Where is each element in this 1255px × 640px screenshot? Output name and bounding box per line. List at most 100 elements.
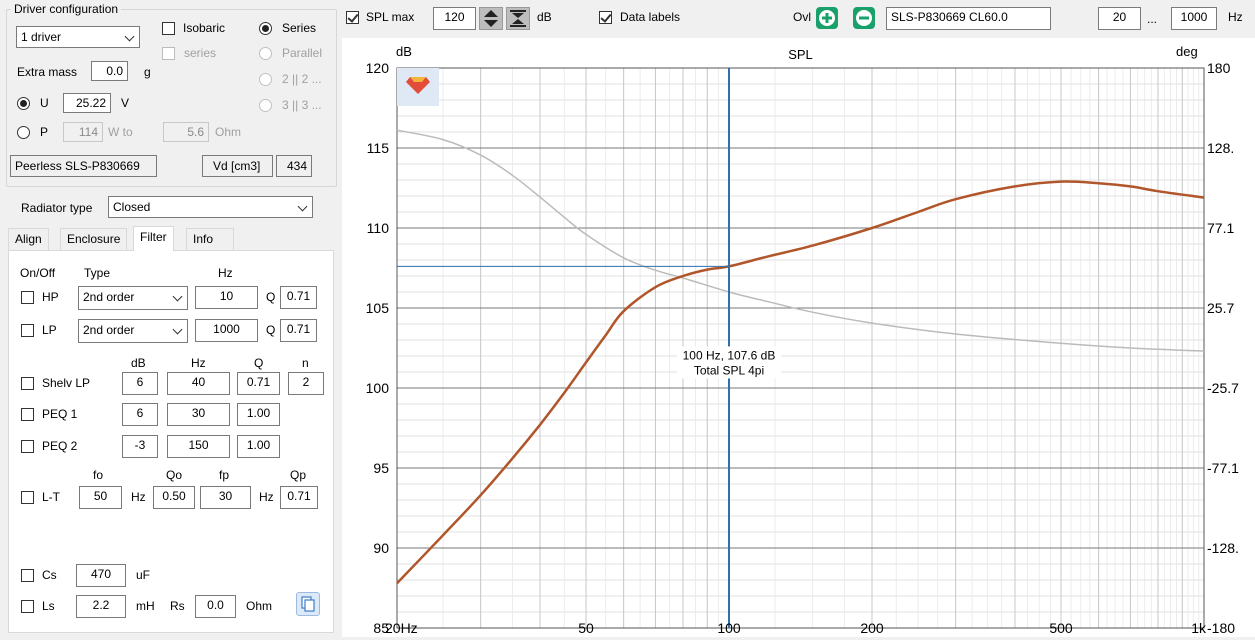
spl-max-checkbox[interactable] [346, 11, 359, 24]
lp-type-select[interactable]: 2nd order [78, 319, 188, 343]
lt-qo-input[interactable]: 0.50 [153, 486, 195, 509]
driver-count-select[interactable]: 1 driver [16, 26, 140, 48]
u-radio[interactable] [17, 97, 30, 110]
hp-type-select[interactable]: 2nd order [78, 286, 188, 310]
driver-name-field[interactable]: Peerless SLS-P830669 [10, 155, 157, 177]
lt-col-fo: fo [93, 468, 104, 482]
data-labels-checkbox[interactable] [599, 11, 612, 24]
plus-icon [819, 10, 835, 26]
peq1-q-input[interactable]: 1.00 [237, 403, 280, 426]
x-tick-label: 500 [1049, 620, 1073, 636]
shelv-hz-input[interactable]: 40 [167, 372, 230, 395]
config-3-radio[interactable] [259, 99, 272, 112]
series-label: Series [282, 21, 317, 35]
lt-fp-input[interactable]: 30 [200, 486, 251, 509]
extra-mass-label: Extra mass [17, 65, 78, 79]
shelv-db-input[interactable]: 6 [122, 372, 158, 395]
grid-minor [396, 68, 1204, 628]
add-overlay-button[interactable] [816, 7, 838, 29]
p-input[interactable]: 114 [63, 122, 103, 142]
hp-checkbox[interactable] [21, 291, 34, 304]
ls-checkbox[interactable] [21, 600, 34, 613]
peq2-db-input[interactable]: -3 [122, 435, 158, 458]
series-radio[interactable] [259, 22, 272, 35]
lp-checkbox[interactable] [21, 324, 34, 337]
shelv-checkbox[interactable] [21, 377, 34, 390]
ls-unit: mH [136, 599, 155, 613]
isobaric-checkbox[interactable] [162, 22, 175, 35]
lt-hz1: Hz [131, 490, 146, 504]
x-tick-label: 1k [1191, 620, 1207, 636]
peq2-checkbox[interactable] [21, 440, 34, 453]
remove-overlay-button[interactable] [853, 7, 875, 29]
y-tick-label: 90 [373, 540, 389, 556]
cs-input[interactable]: 470 [76, 564, 126, 587]
spl-curve [396, 180, 1205, 585]
hp-q-input[interactable]: 0.71 [280, 286, 317, 309]
isobaric-series-checkbox[interactable] [162, 47, 175, 60]
p-unit: W to [108, 125, 133, 139]
copy-icon[interactable] [296, 592, 320, 616]
cursor-label-series: Total SPL 4pi [694, 363, 764, 377]
hp-q-label: Q [266, 290, 276, 304]
shelv-n-input[interactable]: 2 [288, 372, 324, 395]
tab-filter[interactable]: Filter [133, 226, 174, 251]
parallel-radio[interactable] [259, 47, 272, 60]
overlay-name-input[interactable]: SLS-P830669 CL60.0 [886, 7, 1051, 30]
tab-enclosure[interactable]: Enclosure [60, 228, 128, 250]
lt-checkbox[interactable] [21, 491, 34, 504]
hp-hz-input[interactable]: 10 [195, 286, 258, 309]
peq2-label: PEQ 2 [42, 439, 78, 453]
chevron-down-icon [297, 201, 308, 212]
y-tick-labels: 85 90 95 100 105 110 115 120 [366, 60, 390, 636]
shelv-q-input[interactable]: 0.71 [237, 372, 280, 395]
u-input[interactable]: 25.22 [63, 93, 111, 113]
lt-fo-input[interactable]: 50 [79, 486, 122, 509]
chevron-down-icon [172, 324, 183, 335]
lp-q-input[interactable]: 0.71 [280, 319, 317, 342]
hp-label: HP [42, 290, 59, 304]
lt-qp-input[interactable]: 0.71 [280, 486, 318, 509]
peq1-checkbox[interactable] [21, 408, 34, 421]
ohm-unit: Ohm [215, 125, 242, 139]
freq-unit: Hz [1228, 10, 1243, 24]
radiator-type-select[interactable]: Closed [108, 196, 313, 218]
p-radio[interactable] [17, 126, 30, 139]
lp-q-label: Q [266, 323, 276, 337]
rs-label: Rs [170, 599, 185, 613]
spl-chart[interactable]: 100 Hz, 107.6 dB Total SPL 4pi SPL dB de… [342, 38, 1255, 637]
freq-max-input[interactable]: 1000 [1171, 7, 1217, 30]
shelv-label: Shelv LP [42, 376, 91, 390]
plot-frame [396, 67, 1205, 629]
config-2-radio[interactable] [259, 73, 272, 86]
extra-mass-input[interactable]: 0.0 [91, 61, 128, 81]
chevron-down-icon [124, 31, 135, 42]
vd-label: Vd [cm3] [213, 159, 261, 173]
peq2-q-input[interactable]: 1.00 [237, 435, 280, 458]
lp-hz-input[interactable]: 1000 [195, 319, 258, 342]
tab-align[interactable]: Align [8, 228, 49, 250]
lt-hz2: Hz [259, 490, 274, 504]
config-2-label: 2 || 2 ... [282, 72, 322, 86]
parallel-label: Parallel [282, 46, 323, 60]
spl-max-input[interactable]: 120 [433, 7, 476, 30]
tab-info[interactable]: Info [186, 228, 234, 250]
grid-major [396, 67, 1205, 629]
y2-tick-labels: -180 -128. -77.1 -25.7 25.7 77.1 128. 180 [1207, 60, 1239, 636]
ohm-input[interactable]: 5.6 [163, 122, 209, 142]
header-type: Type [84, 266, 111, 280]
range-expand-button[interactable] [506, 7, 530, 30]
spin-updown-button[interactable] [479, 7, 503, 30]
cs-checkbox[interactable] [21, 569, 34, 582]
rs-input[interactable]: 0.0 [195, 595, 236, 618]
lp-label: LP [42, 323, 57, 337]
peq1-db-input[interactable]: 6 [122, 403, 158, 426]
x-tick-label: 50 [578, 620, 594, 636]
ls-input[interactable]: 2.2 [76, 595, 126, 618]
lp-type-value: 2nd order [83, 323, 135, 337]
lt-label: L-T [42, 490, 60, 504]
radiator-type-value: Closed [113, 200, 151, 214]
peq1-hz-input[interactable]: 30 [167, 403, 230, 426]
freq-min-input[interactable]: 20 [1098, 7, 1141, 30]
peq2-hz-input[interactable]: 150 [167, 435, 230, 458]
